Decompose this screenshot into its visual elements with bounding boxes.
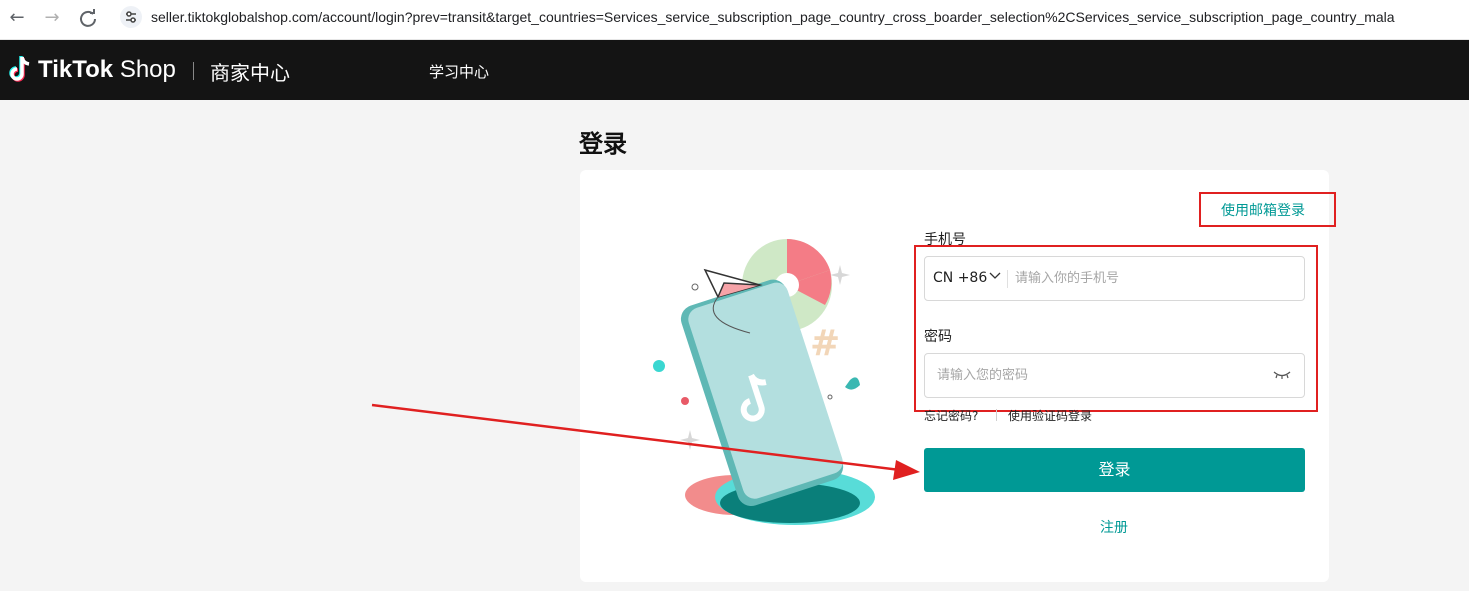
logo-wordmark[interactable]: TikTok Shop	[38, 56, 176, 84]
reload-icon[interactable]	[76, 6, 100, 30]
tiktok-logo-icon[interactable]	[8, 54, 34, 84]
phone-illustration: #	[653, 239, 875, 525]
divider	[996, 409, 997, 421]
page-title: 登录	[579, 130, 627, 158]
login-button[interactable]: 登录	[924, 448, 1305, 492]
annotation-highlight-box	[914, 245, 1318, 412]
forgot-password-link[interactable]: 忘记密码?	[924, 407, 978, 424]
register-link[interactable]: 注册	[1100, 517, 1128, 537]
address-bar[interactable]: seller.tiktokglobalshop.com/account/logi…	[151, 6, 1469, 28]
back-arrow-icon[interactable]: ←	[5, 6, 29, 30]
forward-arrow-icon[interactable]: →	[40, 6, 64, 30]
annotation-highlight-box	[1199, 192, 1336, 227]
browser-toolbar: ← → seller.tiktokglobalshop.com/account/…	[0, 0, 1469, 40]
header-divider	[193, 62, 194, 80]
svg-text:#: #	[810, 323, 840, 364]
site-header: TikTok Shop 商家中心 学习中心	[0, 40, 1469, 100]
code-login-link[interactable]: 使用验证码登录	[1008, 407, 1092, 424]
tune-icon[interactable]	[120, 6, 142, 28]
nav-learning-center[interactable]: 学习中心	[429, 61, 489, 82]
merchant-center-title: 商家中心	[210, 61, 290, 85]
